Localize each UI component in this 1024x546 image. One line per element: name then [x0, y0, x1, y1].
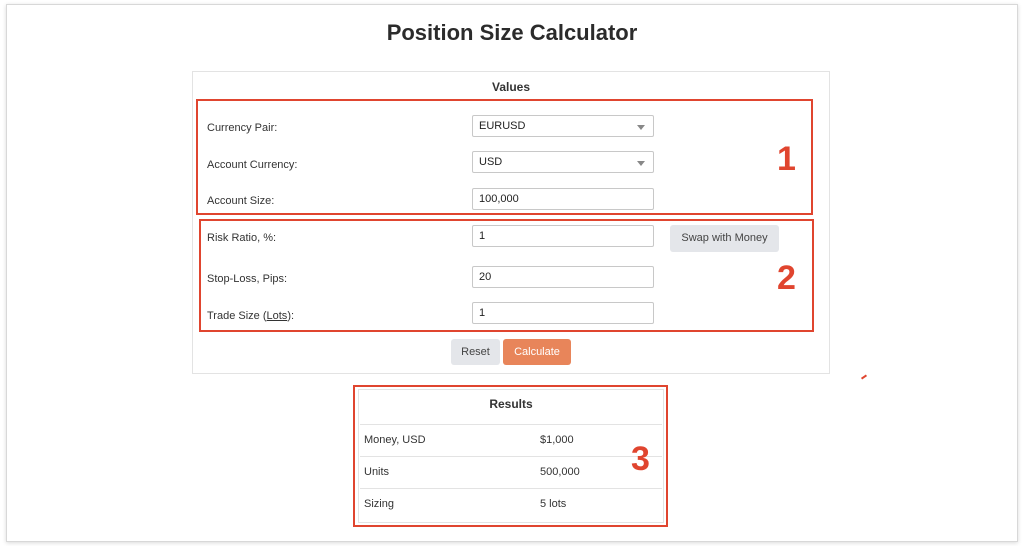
values-heading: Values: [491, 80, 531, 94]
reset-button[interactable]: Reset: [451, 339, 500, 365]
calculate-button[interactable]: Calculate: [503, 339, 571, 365]
annotation-number-1: 1: [777, 140, 796, 178]
annotation-box-1: [196, 99, 813, 215]
annotation-box-2: [199, 219, 814, 332]
page-title: Position Size Calculator: [386, 20, 638, 45]
annotation-number-2: 2: [777, 259, 796, 297]
annotation-number-3: 3: [631, 440, 650, 478]
annotation-box-3: [353, 385, 668, 527]
